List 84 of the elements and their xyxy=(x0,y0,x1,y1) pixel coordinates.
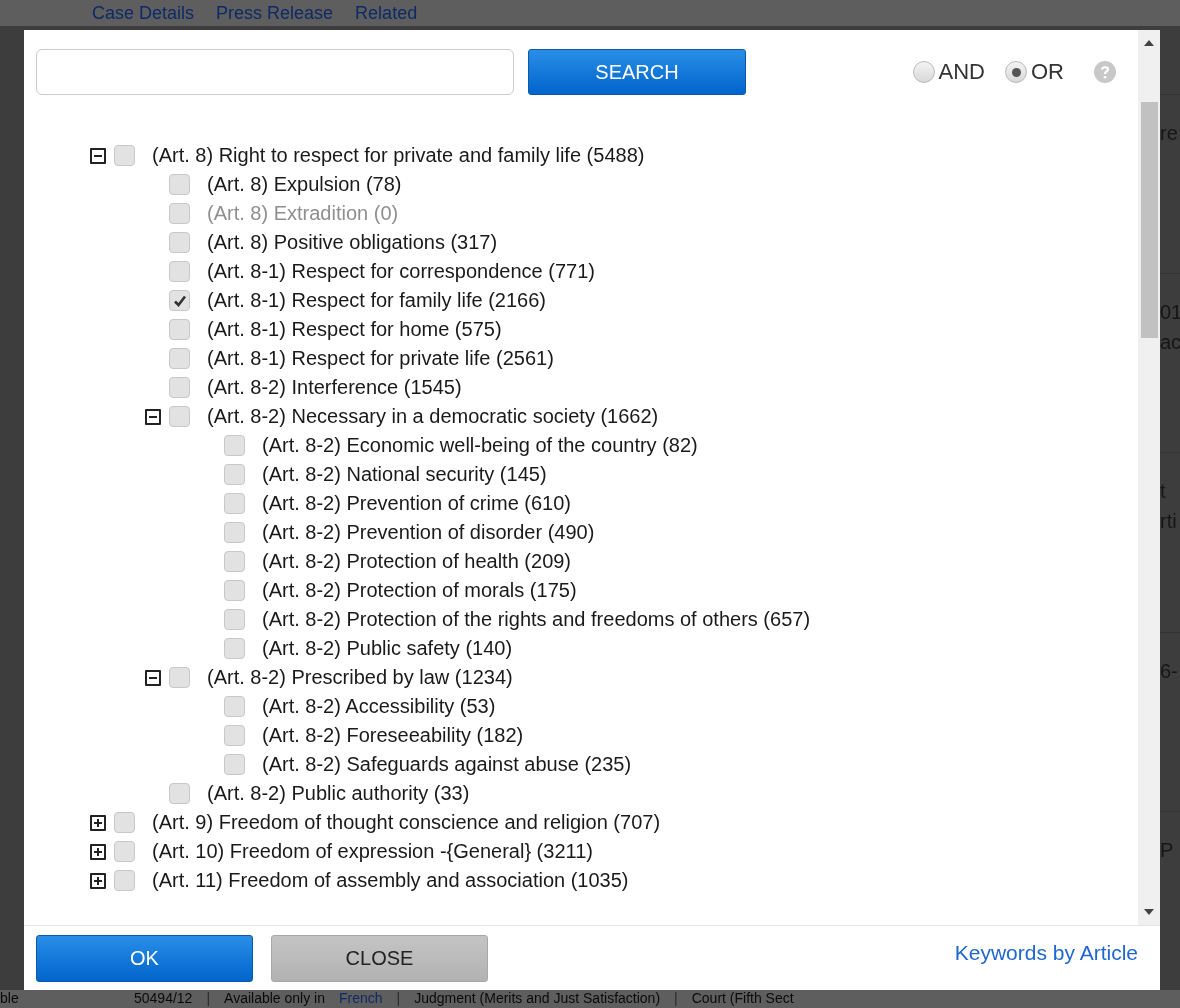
plus-icon xyxy=(93,846,103,857)
background-text: ble xyxy=(0,990,20,1007)
keyword-label: (Art. 9) Freedom of thought conscience and religion (707) xyxy=(152,811,661,834)
background-tab-label: Press Release xyxy=(216,2,334,24)
separator: | xyxy=(206,990,211,1007)
checkbox[interactable] xyxy=(114,145,135,166)
plus-icon xyxy=(93,817,103,828)
keyword-label: (Art. 8-2) Protection of morals (175) xyxy=(262,579,577,602)
checkbox[interactable] xyxy=(169,174,190,195)
operator-radio[interactable]: OR xyxy=(1005,59,1064,85)
scrollbar[interactable] xyxy=(1138,30,1160,925)
keyword-label: (Art. 11) Freedom of assembly and association (1035) xyxy=(152,869,629,892)
ok-button[interactable]: OK xyxy=(36,934,253,982)
help-icon[interactable] xyxy=(1094,61,1116,83)
expand-toggle[interactable] xyxy=(90,872,106,889)
scroll-down-icon[interactable] xyxy=(1144,909,1154,915)
checkbox[interactable] xyxy=(114,812,135,833)
keyword-label: (Art. 8-2) Safeguards against abuse (235) xyxy=(262,753,632,776)
checkbox[interactable] xyxy=(169,348,190,369)
checkbox[interactable] xyxy=(224,580,245,601)
background-tab-label: Related xyxy=(355,2,418,24)
keyword-label: (Art. 8) Right to respect for private and family life (5488) xyxy=(152,144,645,167)
keyword-label: (Art. 8-2) National security (145) xyxy=(262,463,547,486)
checkbox[interactable] xyxy=(224,725,245,746)
keyword-label: (Art. 8-2) Accessibility (53) xyxy=(262,695,496,718)
keyword-label: (Art. 8-2) Prescribed by law (1234) xyxy=(207,666,513,689)
keyword-label: (Art. 8-2) Public authority (33) xyxy=(207,782,470,805)
collapse-toggle[interactable] xyxy=(90,147,106,164)
checkbox[interactable] xyxy=(114,870,135,891)
operator-radio[interactable]: AND xyxy=(912,59,985,85)
checkbox[interactable] xyxy=(169,232,190,253)
checkbox[interactable] xyxy=(224,493,245,514)
checkbox[interactable] xyxy=(224,464,245,485)
separator: | xyxy=(674,990,678,1007)
keyword-label: (Art. 8-2) Public safety (140) xyxy=(262,637,513,660)
collapse-toggle[interactable] xyxy=(145,669,161,686)
keyword-label: (Art. 8-1) Respect for home (575) xyxy=(207,318,502,341)
keyword-label: (Art. 8-2) Protection of health (209) xyxy=(262,550,572,573)
keyword-label: (Art. 8-2) Interference (1545) xyxy=(207,376,462,399)
checkbox[interactable] xyxy=(224,638,245,659)
collapse-toggle[interactable] xyxy=(145,408,161,425)
keyword-label: (Art. 8-2) Necessary in a democratic society (1662) xyxy=(207,405,659,428)
keyword-label: (Art. 8) Positive obligations (317) xyxy=(207,231,498,254)
keyword-label: (Art. 10) Freedom of expression -{General} (3211) xyxy=(152,840,593,863)
background-text: 50494/12 xyxy=(134,990,193,1007)
keyword-label: (Art. 8-1) Respect for private life (2561) xyxy=(207,347,554,370)
checkbox[interactable] xyxy=(224,754,245,775)
scroll-up-icon[interactable] xyxy=(1144,40,1154,46)
keyword-label: (Art. 8-1) Respect for correspondence (771) xyxy=(207,260,595,283)
separator: | xyxy=(396,990,401,1007)
checkbox[interactable] xyxy=(169,667,190,688)
keyword-label: (Art. 8-2) Protection of the rights and freedoms of others (657) xyxy=(262,608,811,631)
checkbox[interactable] xyxy=(224,609,245,630)
close-button[interactable]: CLOSE xyxy=(271,934,488,982)
checkbox[interactable] xyxy=(224,551,245,572)
checkbox[interactable] xyxy=(224,522,245,543)
keyword-label: (Art. 8) Expulsion (78) xyxy=(207,173,402,196)
checkbox[interactable] xyxy=(169,406,190,427)
expand-toggle[interactable] xyxy=(90,843,106,860)
checkbox[interactable] xyxy=(169,377,190,398)
keyword-label: (Art. 8-2) Prevention of disorder (490) xyxy=(262,521,595,544)
search-button[interactable]: SEARCH xyxy=(528,49,746,95)
keyword-label: (Art. 8-2) Prevention of crime (610) xyxy=(262,492,571,515)
keywords-by-article-link[interactable]: Keywords by Article xyxy=(954,941,1138,965)
background-text: Court (Fifth Sect xyxy=(691,990,794,1007)
checkbox[interactable] xyxy=(169,783,190,804)
plus-icon xyxy=(93,875,103,886)
keyword-label: (Art. 8-2) Foreseeability (182) xyxy=(262,724,524,747)
checkbox[interactable] xyxy=(169,261,190,282)
checkbox[interactable] xyxy=(224,696,245,717)
checkmark-icon xyxy=(172,293,187,308)
keyword-label: (Art. 8) Extradition (0) xyxy=(207,202,399,225)
checkbox[interactable] xyxy=(169,290,190,311)
keyword-label: (Art. 8-2) Economic well-being of the country (82) xyxy=(262,434,698,457)
checkbox[interactable] xyxy=(114,841,135,862)
background-text: Available only in xyxy=(224,990,325,1007)
expand-toggle[interactable] xyxy=(90,814,106,831)
background-text: Judgment (Merits and Just Satisfaction) xyxy=(414,990,661,1007)
background-tab-label: Case Details xyxy=(92,2,195,24)
checkbox[interactable] xyxy=(169,319,190,340)
checkbox[interactable] xyxy=(224,435,245,456)
scrollbar-thumb[interactable] xyxy=(1140,102,1158,338)
search-field[interactable] xyxy=(36,49,514,95)
keyword-label: (Art. 8-1) Respect for family life (2166) xyxy=(207,289,546,312)
